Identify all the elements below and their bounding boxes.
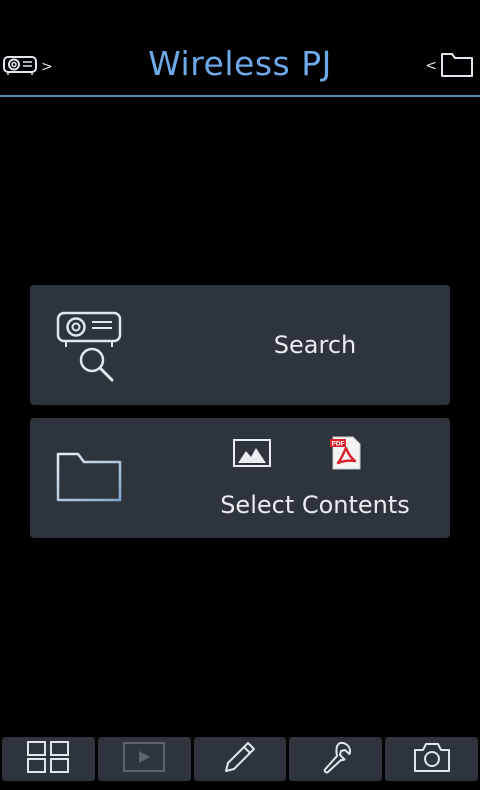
folder-icon <box>54 448 124 508</box>
folder-icon <box>440 50 474 82</box>
app-header: > Wireless PJ < <box>0 0 480 97</box>
page-title: Wireless PJ <box>148 44 332 83</box>
image-icon <box>232 437 272 473</box>
wrench-button[interactable] <box>289 737 383 781</box>
content-types: PDF <box>232 436 362 474</box>
camera-button[interactable] <box>385 737 478 781</box>
select-contents-button[interactable]: PDF Select Contents <box>30 418 450 538</box>
search-button[interactable]: Search <box>30 285 450 405</box>
camera-icon <box>412 740 452 778</box>
folder-menu-button[interactable]: < <box>425 50 474 82</box>
pdf-icon: PDF <box>330 436 362 474</box>
grid-button[interactable] <box>2 737 95 781</box>
chevron-left-icon: < <box>425 58 437 74</box>
projector-search-icon <box>54 307 124 387</box>
pencil-icon <box>222 739 258 779</box>
pencil-button[interactable] <box>193 737 287 781</box>
play-button[interactable] <box>97 737 191 781</box>
play-icon <box>122 741 166 777</box>
grid-icon <box>25 740 71 778</box>
pdf-badge-text: PDF <box>332 441 345 448</box>
bottom-toolbar <box>0 735 480 790</box>
select-contents-label: Select Contents <box>220 491 410 519</box>
wrench-icon <box>318 739 354 779</box>
header-divider <box>0 95 480 97</box>
search-label: Search <box>273 331 357 359</box>
